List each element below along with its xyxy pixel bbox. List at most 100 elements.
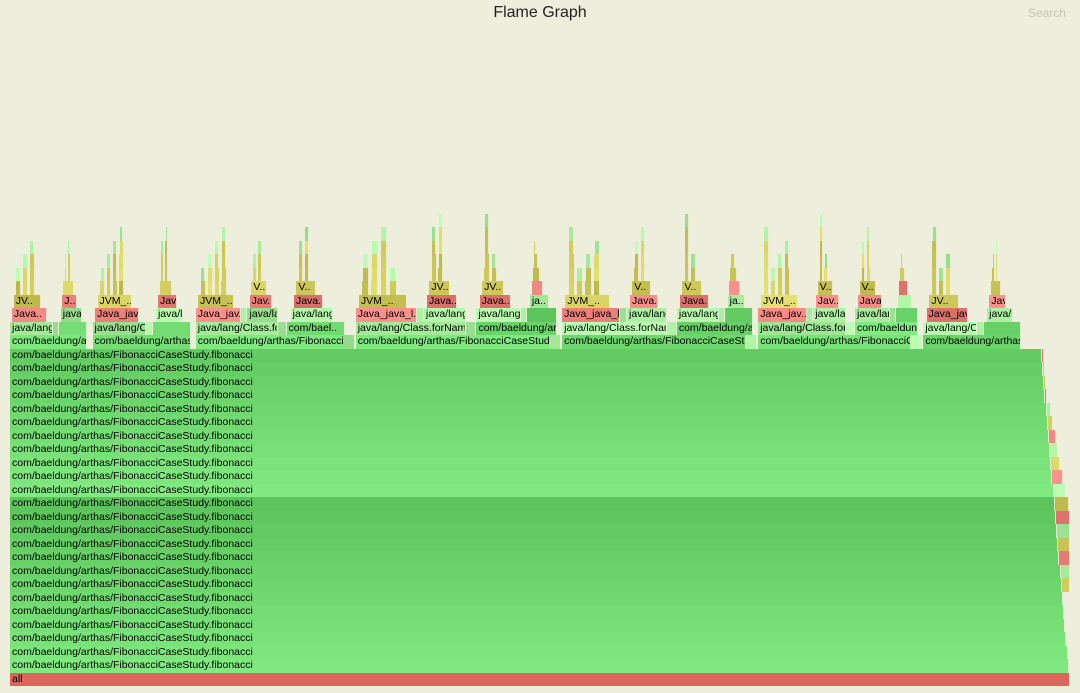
- spike[interactable]: [201, 268, 206, 282]
- jvm-frame[interactable]: V..: [296, 281, 315, 295]
- fib-row[interactable]: com/baeldung/arthas/FibonacciCaseStudy.f…: [10, 578, 1062, 592]
- spike[interactable]: [862, 268, 866, 282]
- spike[interactable]: [785, 268, 790, 282]
- class-frame[interactable]: java/lang/Class...: [10, 322, 53, 336]
- jvm-frame[interactable]: JVM_..: [565, 295, 610, 309]
- spike[interactable]: [932, 254, 937, 268]
- spike[interactable]: [485, 214, 489, 228]
- fib-row[interactable]: com/baeldung/arthas/FibonacciCaseStudy.f…: [10, 565, 1061, 579]
- spike[interactable]: [685, 214, 689, 228]
- spike[interactable]: [161, 268, 164, 282]
- spike[interactable]: [685, 254, 690, 268]
- edge-flame[interactable]: [1061, 565, 1070, 579]
- class-frame[interactable]: java/lang/Class...: [627, 308, 667, 322]
- class-frame[interactable]: java/lan..: [987, 308, 1012, 322]
- fib-frame[interactable]: [527, 308, 557, 322]
- spike[interactable]: [996, 268, 998, 282]
- jvm-frame[interactable]: [533, 268, 540, 282]
- fib-frame[interactable]: [896, 308, 918, 322]
- spike[interactable]: [771, 281, 776, 295]
- spike[interactable]: [372, 254, 378, 268]
- jvm-frame[interactable]: [900, 268, 905, 282]
- spike[interactable]: [569, 241, 574, 255]
- class-frame[interactable]: [898, 295, 912, 309]
- native-frame[interactable]: Java..: [294, 295, 323, 309]
- native-frame[interactable]: [899, 281, 907, 295]
- class-frame[interactable]: java/lang/Class.for..: [758, 322, 846, 336]
- sliver[interactable]: [278, 322, 286, 336]
- class-frame[interactable]: java/lan..: [61, 308, 82, 322]
- spike[interactable]: [113, 254, 117, 268]
- spike[interactable]: [208, 254, 212, 268]
- spike[interactable]: [381, 281, 388, 295]
- jvm-frame[interactable]: V..: [682, 281, 702, 295]
- native-frame[interactable]: Jav..: [250, 295, 272, 309]
- spike[interactable]: [305, 227, 309, 241]
- jvm-frame[interactable]: JV..: [429, 281, 450, 295]
- native-frame[interactable]: Java..: [12, 308, 47, 322]
- edge-flame[interactable]: [1048, 416, 1053, 430]
- tip-frame[interactable]: [534, 254, 538, 268]
- edge-flame[interactable]: [1049, 430, 1056, 444]
- spike[interactable]: [113, 268, 117, 282]
- fib-row[interactable]: com/baeldung/arthas/FibonacciCaseStudy.f…: [10, 605, 1064, 619]
- spike[interactable]: [119, 268, 124, 282]
- spike[interactable]: [484, 268, 489, 282]
- fib-frame[interactable]: com/bael..: [287, 322, 346, 336]
- spike[interactable]: [634, 268, 639, 282]
- edge-flame[interactable]: [1042, 349, 1044, 363]
- class-frame[interactable]: ja..: [530, 295, 549, 309]
- root-frame[interactable]: all: [10, 673, 1070, 687]
- edge-flame[interactable]: [1045, 389, 1047, 403]
- spike[interactable]: [635, 241, 639, 255]
- spike[interactable]: [641, 254, 645, 268]
- spike[interactable]: [30, 268, 35, 282]
- spike[interactable]: [691, 268, 696, 282]
- spike[interactable]: [932, 268, 937, 282]
- spike[interactable]: [946, 254, 950, 268]
- spike[interactable]: [485, 254, 490, 268]
- sliver[interactable]: [807, 308, 814, 322]
- jvm-frame[interactable]: V..: [632, 281, 651, 295]
- spike[interactable]: [771, 268, 775, 282]
- spike[interactable]: [381, 227, 386, 241]
- class-frame[interactable]: java/lang/Class.for..: [196, 322, 278, 336]
- spike[interactable]: [867, 241, 870, 255]
- spike[interactable]: [820, 214, 823, 228]
- spike[interactable]: [862, 241, 865, 255]
- spike[interactable]: [372, 268, 378, 282]
- spike[interactable]: [119, 254, 123, 268]
- class-frame[interactable]: java/lang/C..: [813, 308, 846, 322]
- edge-flame[interactable]: [1062, 578, 1070, 592]
- spike[interactable]: [299, 268, 304, 282]
- jvm-frame[interactable]: JV..: [482, 281, 503, 295]
- spike[interactable]: [685, 268, 690, 282]
- fib-row[interactable]: com/baeldung/arthas/FibonacciCaseStudy.f…: [10, 524, 1057, 538]
- jvm-frame[interactable]: V..: [251, 281, 266, 295]
- class-frame[interactable]: java/lang/Class.f..: [93, 322, 147, 336]
- spike[interactable]: [30, 241, 34, 255]
- fib-row[interactable]: com/baeldung/arthas/FibonacciCaseStudy.f…: [10, 389, 1045, 403]
- spike[interactable]: [65, 268, 67, 282]
- spike[interactable]: [222, 241, 226, 255]
- spike[interactable]: [820, 268, 824, 282]
- jvm-frame[interactable]: JVM_..: [98, 295, 132, 309]
- sliver[interactable]: [466, 322, 476, 336]
- spike[interactable]: [16, 281, 21, 295]
- spike[interactable]: [107, 268, 111, 282]
- fib-row[interactable]: com/baeldung/arthas/FibonacciCaseStudy.f…: [10, 430, 1049, 444]
- spike[interactable]: [101, 268, 105, 282]
- fib-row[interactable]: com/baeldung/arthas/FibonacciCaseStudy.f…: [10, 497, 1055, 511]
- spike[interactable]: [635, 254, 639, 268]
- class-frame[interactable]: java/lang/Class.f..: [923, 322, 977, 336]
- spike[interactable]: [996, 241, 998, 255]
- spike[interactable]: [381, 254, 387, 268]
- fib-frame[interactable]: com/baeldung/arthas/Fibon..: [10, 335, 87, 349]
- spike[interactable]: [107, 254, 111, 268]
- sliver[interactable]: [977, 322, 984, 336]
- spike[interactable]: [778, 281, 783, 295]
- spike[interactable]: [107, 281, 112, 295]
- class-frame[interactable]: java/lang/C..: [247, 308, 278, 322]
- spike[interactable]: [594, 281, 600, 295]
- spike[interactable]: [166, 227, 168, 241]
